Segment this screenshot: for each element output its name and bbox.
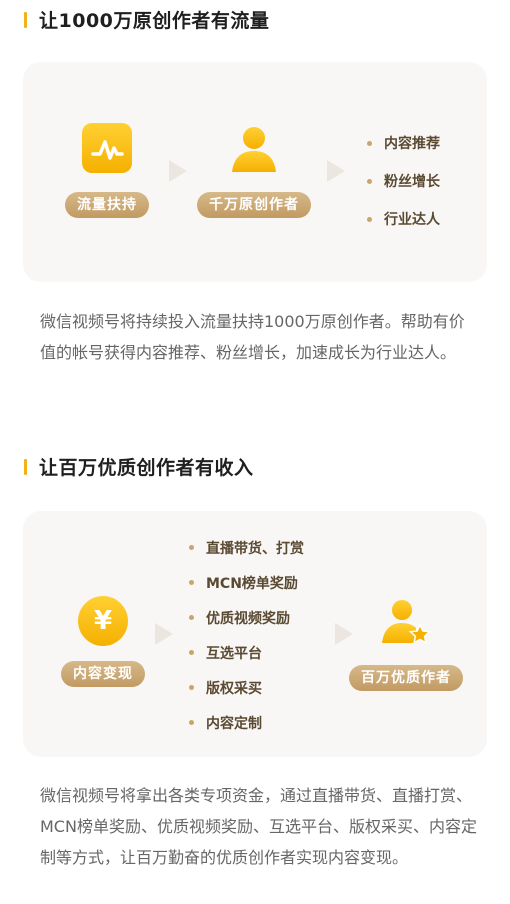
flow-arrow-icon [325, 158, 347, 188]
flow-step-original-creators: 千万原创作者 [197, 122, 311, 218]
section-1-card: 流量扶持 千万原创作者 内容推荐 粉丝增长 行业达人 [23, 62, 487, 282]
bullet-dot-icon [189, 580, 194, 585]
original-creators-label: 千万原创作者 [197, 192, 311, 218]
list-item: MCN榜单奖励 [189, 565, 304, 600]
bullet-dot-icon [367, 178, 372, 184]
section-1-title-text: 让1000万原创作者有流量 [39, 10, 270, 32]
bullet-dot-icon [189, 650, 194, 655]
bullet-dot-icon [189, 615, 194, 620]
flow-step-monetization: ¥ 内容变现 [61, 595, 145, 687]
section-2-title-text: 让百万优质创作者有收入 [39, 457, 254, 479]
section-1-description: 微信视频号将持续投入流量扶持1000万原创作者。帮助有价值的帐号获得内容推荐、粉… [40, 312, 465, 362]
title-accent-bar [24, 11, 27, 28]
flow-step-quality-creators: 百万优质作者 [349, 595, 463, 691]
list-item: 内容定制 [189, 705, 304, 740]
traffic-chart-icon [81, 122, 133, 178]
bullet-dot-icon [189, 720, 194, 725]
list-item: 行业达人 [367, 200, 440, 238]
list-item: 内容推荐 [367, 124, 440, 162]
bullet-dot-icon [367, 216, 372, 222]
list-item: 粉丝增长 [367, 162, 440, 200]
section-2-title: 让百万优质创作者有收入 [24, 453, 254, 480]
monetization-label: 内容变现 [61, 661, 145, 687]
list-item: 版权采买 [189, 670, 304, 705]
list-item: 优质视频奖励 [189, 600, 304, 635]
list-item: 互选平台 [189, 635, 304, 670]
section-1-title: 让1000万原创作者有流量 [24, 6, 269, 33]
outcome-list: 内容推荐 粉丝增长 行业达人 [367, 124, 440, 238]
quality-creators-label: 百万优质作者 [349, 665, 463, 691]
flow-arrow-icon [167, 158, 189, 188]
channel-list: 直播带货、打赏 MCN榜单奖励 优质视频奖励 互选平台 版权采买 内容定制 [189, 530, 304, 740]
flow-arrow-icon [153, 621, 175, 651]
bullet-dot-icon [189, 685, 194, 690]
creator-person-icon [228, 122, 280, 178]
yuan-coin-icon: ¥ [77, 595, 129, 647]
flow-step-traffic-support: 流量扶持 [65, 122, 149, 218]
bullet-dot-icon [367, 140, 372, 146]
section-2-card: ¥ 内容变现 直播带货、打赏 MCN榜单奖励 优质视频奖励 互选平台 版权采买 … [23, 511, 487, 757]
title-accent-bar [24, 458, 27, 475]
section-2-description: 微信视频号将拿出各类专项资金，通过直播带货、直播打赏、MCN榜单奖励、优质视频奖… [40, 786, 477, 867]
bullet-dot-icon [189, 545, 194, 550]
traffic-support-label: 流量扶持 [65, 192, 149, 218]
list-item: 直播带货、打赏 [189, 530, 304, 565]
star-creator-icon [378, 595, 434, 651]
